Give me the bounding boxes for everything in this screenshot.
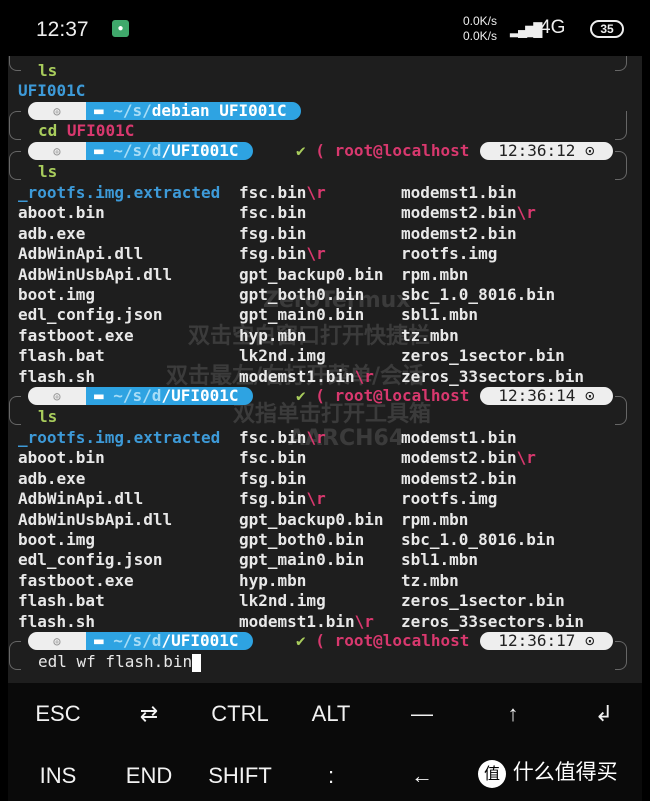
signal-icon: ▂▄▆█: [510, 22, 542, 37]
debian-icon: ◎: [28, 142, 86, 160]
frame: [9, 56, 21, 71]
output: UFI001C: [18, 81, 86, 100]
prompt-time: 12:36:14 ⊙: [480, 387, 613, 405]
network-speed: 0.0K/s 0.0K/s: [463, 14, 498, 43]
list-item: edl_config.json gpt_main0.bin sbl1.mbn: [18, 305, 479, 325]
key-11[interactable]: ←: [377, 763, 467, 789]
key-5[interactable]: ↑: [468, 701, 558, 727]
check-icon: ✔: [296, 141, 306, 160]
list-item: fastboot.exe hyp.mbn tz.mbn: [18, 325, 459, 345]
key-6[interactable]: ↲: [559, 701, 649, 727]
clock-icon: ⊙: [585, 631, 595, 650]
list-item: aboot.bin fsc.bin modemst2.bin\r: [18, 448, 536, 468]
key-10[interactable]: :: [286, 763, 376, 789]
clock-icon: ⊙: [585, 386, 595, 405]
clock-icon: ⊙: [585, 141, 595, 160]
network-type: 4G: [540, 17, 566, 38]
frame: [615, 111, 627, 140]
battery-indicator: 35: [590, 20, 624, 38]
check-icon: ✔: [296, 386, 306, 405]
frame: [615, 641, 627, 670]
command: ls: [38, 407, 58, 426]
frame: [615, 396, 627, 425]
frame: [615, 56, 627, 71]
shield-icon: ●: [112, 20, 129, 37]
cursor: [192, 653, 202, 672]
list-item: boot.img gpt_both0.bin sbc_1.0_8016.bin: [18, 530, 556, 549]
hostname: root@localhost: [334, 631, 470, 650]
check-icon: ✔: [296, 631, 306, 650]
prompt-path: ◎ ▬ ~/s/debian UFI001C: [28, 102, 301, 120]
list-item: fastboot.exe hyp.mbn tz.mbn: [18, 570, 459, 590]
folder-icon: ▬: [94, 141, 114, 160]
key-7[interactable]: INS: [13, 763, 103, 789]
key-8[interactable]: END: [104, 763, 194, 789]
prompt-time: 12:36:17 ⊙: [480, 632, 613, 650]
folder-icon: ▬: [94, 101, 114, 120]
list-item: flash.bat lk2nd.img zeros_1sector.bin: [18, 346, 565, 366]
list-item: flash.bat lk2nd.img zeros_1sector.bin: [18, 591, 565, 611]
debian-icon: ◎: [28, 102, 86, 120]
list-item: adb.exe fsg.bin modemst2.bin: [18, 468, 517, 488]
key-9[interactable]: SHIFT: [195, 763, 285, 789]
list-item: AdbWinUsbApi.dll gpt_backup0.bin rpm.mbn: [18, 509, 469, 529]
key-4[interactable]: —: [377, 701, 467, 727]
list-item: AdbWinUsbApi.dll gpt_backup0.bin rpm.mbn: [18, 264, 469, 284]
list-item: flash.sh modemst1.bin\r zeros_33sectors.…: [18, 611, 585, 631]
list-item: edl_config.json gpt_main0.bin sbl1.mbn: [18, 550, 479, 570]
key-0[interactable]: ESC: [13, 701, 103, 727]
prompt-time: 12:36:12 ⊙: [480, 142, 613, 160]
terminal[interactable]: ZeroTermux 双击空白窗口打开快捷栏 双击最左/右打开菜单/会话 双指单…: [8, 56, 642, 683]
list-item: AdbWinApi.dll fsg.bin\r rootfs.img: [18, 244, 498, 264]
prompt-status: ✔ ( root@localhost: [296, 631, 470, 650]
list-item: flash.sh modemst1.bin\r zeros_33sectors.…: [18, 366, 585, 386]
list-item: aboot.bin fsc.bin modemst2.bin\r: [18, 203, 536, 223]
key-2[interactable]: CTRL: [195, 701, 285, 727]
prompt-path: ◎ ▬ ~/s/d/UFI001C: [28, 387, 253, 405]
list-item: boot.img gpt_both0.bin sbc_1.0_8016.bin: [18, 285, 556, 304]
frame: [9, 111, 21, 140]
folder-icon: ▬: [94, 631, 114, 650]
frame: [615, 151, 627, 180]
site-logo: 值 什么值得买: [478, 756, 618, 788]
list-item: AdbWinApi.dll fsg.bin\r rootfs.img: [18, 489, 498, 509]
command: ls: [38, 162, 58, 181]
hostname: root@localhost: [334, 386, 470, 405]
key-1[interactable]: ⇄: [104, 701, 194, 727]
prompt-status: ✔ ( root@localhost: [296, 141, 470, 160]
frame: [9, 151, 21, 180]
command: ls: [38, 61, 58, 80]
folder-icon: ▬: [94, 386, 114, 405]
hostname: root@localhost: [334, 141, 470, 160]
status-bar: 12:37 ● 0.0K/s 0.0K/s ▂▄▆█ 4G 35: [8, 0, 642, 56]
prompt-path: ◎ ▬ ~/s/d/UFI001C: [28, 142, 253, 160]
prompt-status: ✔ ( root@localhost: [296, 386, 470, 405]
list-item: adb.exe fsg.bin modemst2.bin: [18, 223, 517, 243]
clock: 12:37: [36, 18, 89, 41]
command-input[interactable]: edl wf flash.bin: [38, 652, 202, 672]
list-item: _rootfs.img.extracted fsc.bin\r modemst1…: [18, 428, 517, 447]
prompt-path: ◎ ▬ ~/s/d/UFI001C: [28, 632, 253, 650]
list-item: _rootfs.img.extracted fsc.bin\r modemst1…: [18, 183, 517, 202]
key-3[interactable]: ALT: [286, 701, 376, 727]
